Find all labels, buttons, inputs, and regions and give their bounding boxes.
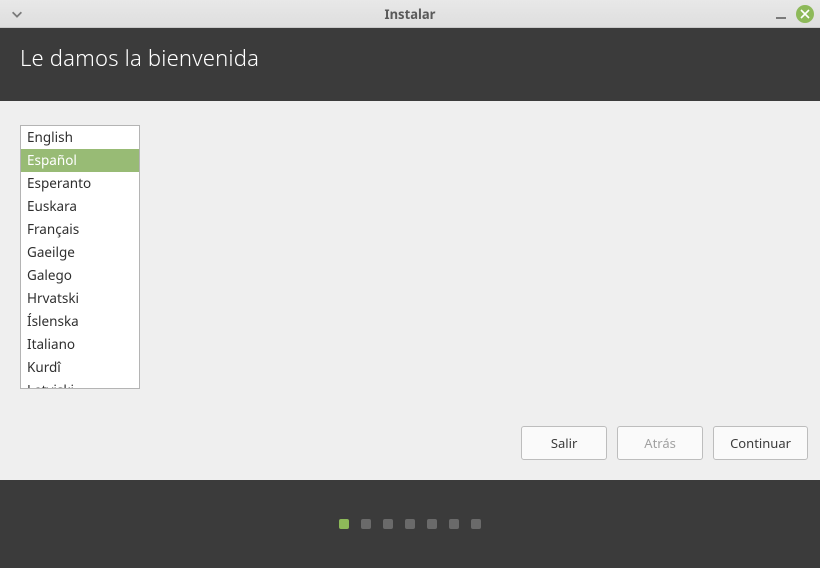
progress-footer — [0, 480, 820, 568]
progress-step-dot — [405, 519, 415, 529]
language-option[interactable]: English — [21, 126, 139, 149]
progress-step-dot — [361, 519, 371, 529]
page-title: Le damos la bienvenida — [20, 43, 800, 73]
language-option[interactable]: Gaeilge — [21, 241, 139, 264]
back-button: Atrás — [617, 426, 703, 460]
language-option[interactable]: Hrvatski — [21, 287, 139, 310]
titlebar: Instalar — [0, 0, 820, 28]
language-option[interactable]: Français — [21, 218, 139, 241]
button-row: Salir Atrás Continuar — [0, 426, 820, 480]
content-area: EnglishEspañolEsperantoEuskaraFrançaisGa… — [0, 101, 820, 426]
minimize-button[interactable] — [772, 5, 790, 23]
progress-step-dot — [383, 519, 393, 529]
progress-step-dot — [471, 519, 481, 529]
progress-step-dot — [427, 519, 437, 529]
continue-button[interactable]: Continuar — [713, 426, 808, 460]
language-option[interactable]: Esperanto — [21, 172, 139, 195]
language-list[interactable]: EnglishEspañolEsperantoEuskaraFrançaisGa… — [20, 125, 140, 389]
quit-button[interactable]: Salir — [521, 426, 607, 460]
language-option[interactable]: Kurdî — [21, 356, 139, 379]
page-header: Le damos la bienvenida — [0, 28, 820, 101]
language-option[interactable]: Galego — [21, 264, 139, 287]
progress-step-dot — [449, 519, 459, 529]
language-option[interactable]: Español — [21, 149, 139, 172]
window-menu-icon[interactable] — [8, 5, 26, 23]
installer-window: Instalar Le damos la bienvenida EnglishE… — [0, 0, 820, 568]
language-option[interactable]: Euskara — [21, 195, 139, 218]
language-option[interactable]: Íslenska — [21, 310, 139, 333]
language-option[interactable]: Latviski — [21, 379, 139, 389]
window-title: Instalar — [385, 5, 436, 23]
language-option[interactable]: Italiano — [21, 333, 139, 356]
progress-step-dot — [339, 519, 349, 529]
close-button[interactable] — [796, 5, 814, 23]
